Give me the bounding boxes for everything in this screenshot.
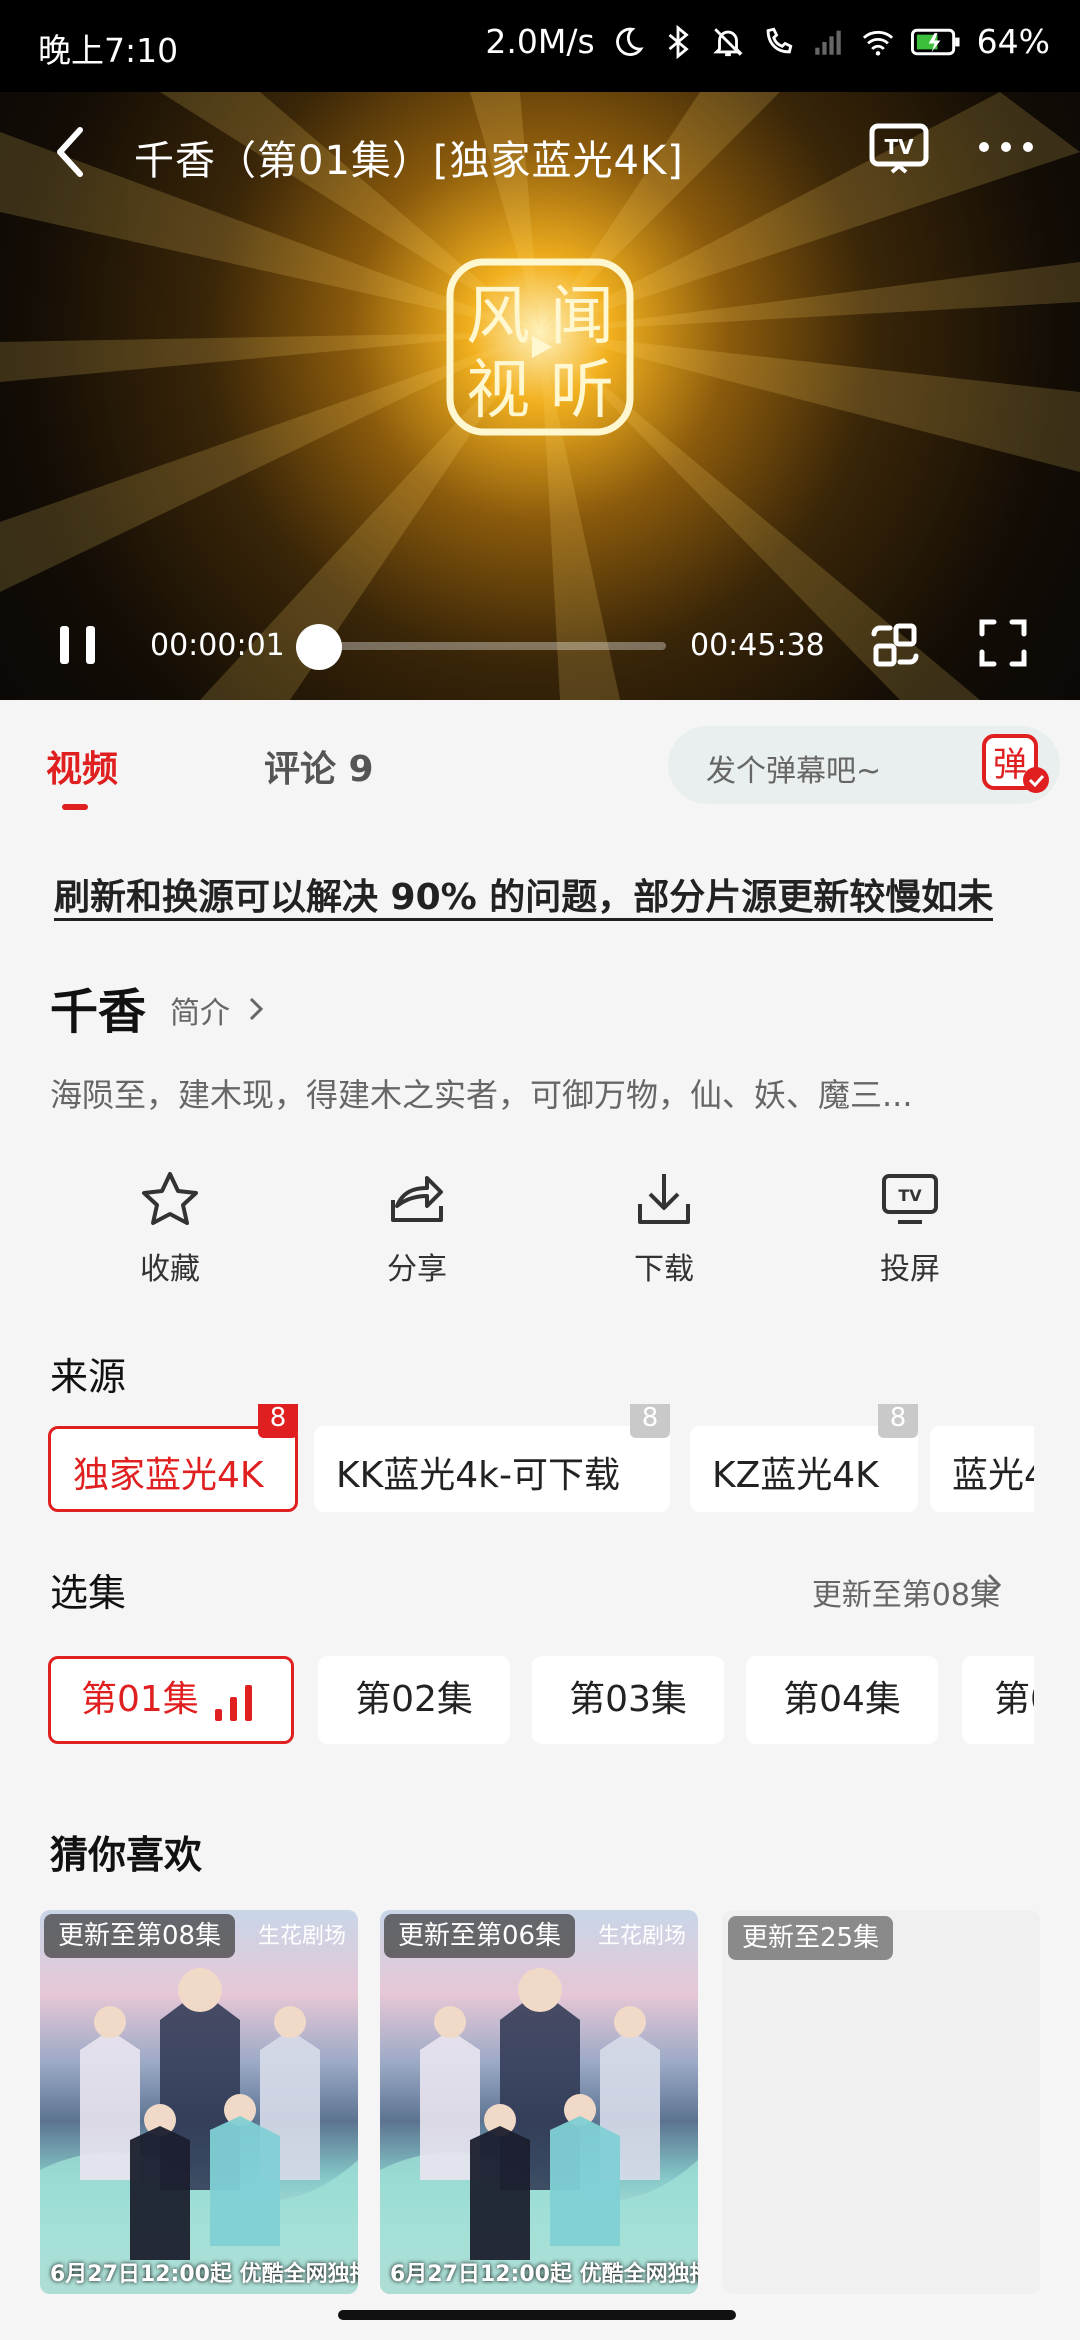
- source-chip[interactable]: KK蓝光4k-可下载 8: [314, 1404, 670, 1512]
- source-label: 蓝光4: [952, 1455, 1034, 1496]
- mute-bell-icon: [712, 27, 743, 56]
- tv-cast-icon[interactable]: TV: [868, 122, 930, 176]
- cast-label: 投屏: [880, 1252, 940, 1287]
- brand-label: 生花剧场: [597, 1924, 686, 1949]
- share-icon: [391, 1176, 443, 1222]
- download-button[interactable]: 下载: [594, 1170, 734, 1290]
- tab-video[interactable]: 视频: [46, 740, 118, 792]
- episode-label: 第02集: [355, 1679, 473, 1720]
- poster-caption: 6月27日12:00起 优酷全网独播: [390, 2262, 698, 2287]
- moon-icon: [615, 27, 644, 56]
- source-chip[interactable]: KZ蓝光4K 8: [690, 1404, 918, 1512]
- source-chip[interactable]: 独家蓝光4K 8: [48, 1404, 298, 1512]
- intro-link[interactable]: 简介: [170, 988, 230, 1032]
- cell-signal-icon: [814, 30, 841, 55]
- fullscreen-icon[interactable]: [978, 618, 1028, 668]
- update-badge: 更新至25集: [728, 1916, 894, 1960]
- tab-comments[interactable]: 评论 9: [264, 740, 374, 792]
- recommend-card[interactable]: 更新至第06集 生花剧场 6月27日12:00起 优酷全网独播: [380, 1910, 698, 2294]
- seek-bar[interactable]: [318, 642, 666, 650]
- wifi-icon: [862, 30, 893, 56]
- download-icon: [638, 1174, 690, 1224]
- danmu-placeholder: 发个弹幕吧~: [706, 754, 882, 789]
- channel-logo: 风 闻 视 听: [446, 258, 634, 436]
- brand-label: 生花剧场: [257, 1924, 346, 1949]
- share-label: 分享: [387, 1252, 447, 1287]
- video-title: 千香（第01集）[独家蓝光4K]: [134, 138, 684, 184]
- update-badge: 更新至第08集: [44, 1914, 236, 1958]
- episodes-update-link[interactable]: 更新至第08集: [812, 1570, 1000, 1614]
- danmu-input[interactable]: 发个弹幕吧~ 弹: [668, 726, 1060, 804]
- svg-text:TV: TV: [898, 1186, 922, 1205]
- status-bar: 晚上7:10 2.0M/s 64%: [0, 0, 1080, 92]
- danmu-toggle-icon[interactable]: 弹: [980, 732, 1054, 798]
- sources-heading: 来源: [50, 1355, 127, 1399]
- favorite-button[interactable]: 收藏: [100, 1170, 240, 1290]
- source-label: KZ蓝光4K: [712, 1455, 879, 1496]
- episode-label: 第04集: [783, 1679, 901, 1720]
- source-count-badge: 8: [878, 1404, 918, 1438]
- poster-caption: 6月27日12:00起 优酷全网独播: [50, 2262, 358, 2287]
- pause-icon[interactable]: [56, 622, 100, 668]
- episode-label: 第01集: [81, 1679, 199, 1720]
- tv-cast-icon: TV: [882, 1174, 938, 1224]
- clock: 晚上7:10: [38, 31, 179, 70]
- episode-button[interactable]: 第05集: [962, 1656, 1034, 1744]
- now-playing-icon: [215, 1685, 252, 1721]
- battery-percent: 64%: [976, 22, 1050, 61]
- total-time: 00:45:38: [690, 628, 825, 663]
- notice-text: 刷新和换源可以解决 90% 的问题，部分片源更新较慢如未: [54, 877, 994, 921]
- battery-icon: [910, 28, 960, 55]
- current-time: 00:00:01: [150, 628, 285, 663]
- svg-text:闻: 闻: [550, 280, 614, 354]
- recommend-heading: 猜你喜欢: [50, 1833, 203, 1877]
- source-chip[interactable]: 蓝光4: [930, 1426, 1034, 1512]
- poster-image: [40, 1968, 358, 2294]
- svg-text:听: 听: [550, 354, 614, 428]
- svg-text:风: 风: [466, 280, 530, 354]
- recommend-card[interactable]: 更新至第08集 生花剧场 6月27日12:00起 优酷全网独播: [40, 1910, 358, 2294]
- detail-tabs: 视频 评论 9 发个弹幕吧~ 弹: [0, 700, 1080, 830]
- download-label: 下载: [634, 1252, 694, 1287]
- tab-indicator: [62, 804, 88, 810]
- source-list: 独家蓝光4K 8 KK蓝光4k-可下载 8 KZ蓝光4K 8 蓝光4: [48, 1404, 1034, 1534]
- back-icon[interactable]: [48, 122, 92, 182]
- favorite-label: 收藏: [140, 1252, 200, 1287]
- episode-button[interactable]: 第03集: [532, 1656, 724, 1744]
- episode-button[interactable]: 第01集: [48, 1656, 294, 1744]
- share-button[interactable]: 分享: [347, 1170, 487, 1290]
- episode-button[interactable]: 第04集: [746, 1656, 938, 1744]
- chevron-right-icon[interactable]: [986, 1572, 1002, 1598]
- episode-button[interactable]: 第02集: [318, 1656, 510, 1744]
- episodes-heading: 选集: [50, 1571, 127, 1615]
- danmu-glyph: 弹: [993, 745, 1027, 785]
- chevron-right-icon[interactable]: [248, 996, 264, 1022]
- notice-marquee: 刷新和换源可以解决 90% 的问题，部分片源更新较慢如未: [54, 868, 1024, 928]
- episode-label: 第03集: [569, 1679, 687, 1720]
- cast-button[interactable]: TV 投屏: [840, 1170, 980, 1290]
- svg-text:TV: TV: [884, 135, 914, 159]
- episode-label: 第05集: [994, 1679, 1034, 1720]
- recommend-card[interactable]: 更新至25集: [722, 1910, 1040, 2294]
- switch-source-icon[interactable]: [868, 618, 922, 672]
- update-badge: 更新至第06集: [384, 1914, 576, 1958]
- call-off-icon: [766, 27, 793, 53]
- source-label: KK蓝光4k-可下载: [336, 1455, 620, 1496]
- home-indicator[interactable]: [338, 2310, 736, 2320]
- source-label: 独家蓝光4K: [73, 1455, 264, 1496]
- show-title: 千香: [50, 984, 147, 1040]
- status-icons: 2.0M/s 64%: [485, 22, 1050, 61]
- bluetooth-icon: [668, 24, 689, 59]
- episode-list: 第01集 第02集 第03集 第04集 第05集: [48, 1656, 1034, 1748]
- video-player[interactable]: 千香（第01集）[独家蓝光4K] TV 风 闻 视 听 00:00:01 00:…: [0, 92, 1080, 700]
- source-count-badge: 8: [258, 1404, 298, 1438]
- svg-text:视: 视: [466, 354, 530, 428]
- poster-image: [380, 1968, 698, 2294]
- seek-thumb[interactable]: [296, 624, 342, 670]
- more-options-icon[interactable]: [976, 132, 1036, 162]
- source-count-badge: 8: [630, 1404, 670, 1438]
- show-description[interactable]: 海陨至，建木现，得建木之实者，可御万物，仙、妖、魔三...: [50, 1070, 1030, 1116]
- network-speed: 2.0M/s: [485, 22, 595, 61]
- star-icon: [142, 1172, 198, 1225]
